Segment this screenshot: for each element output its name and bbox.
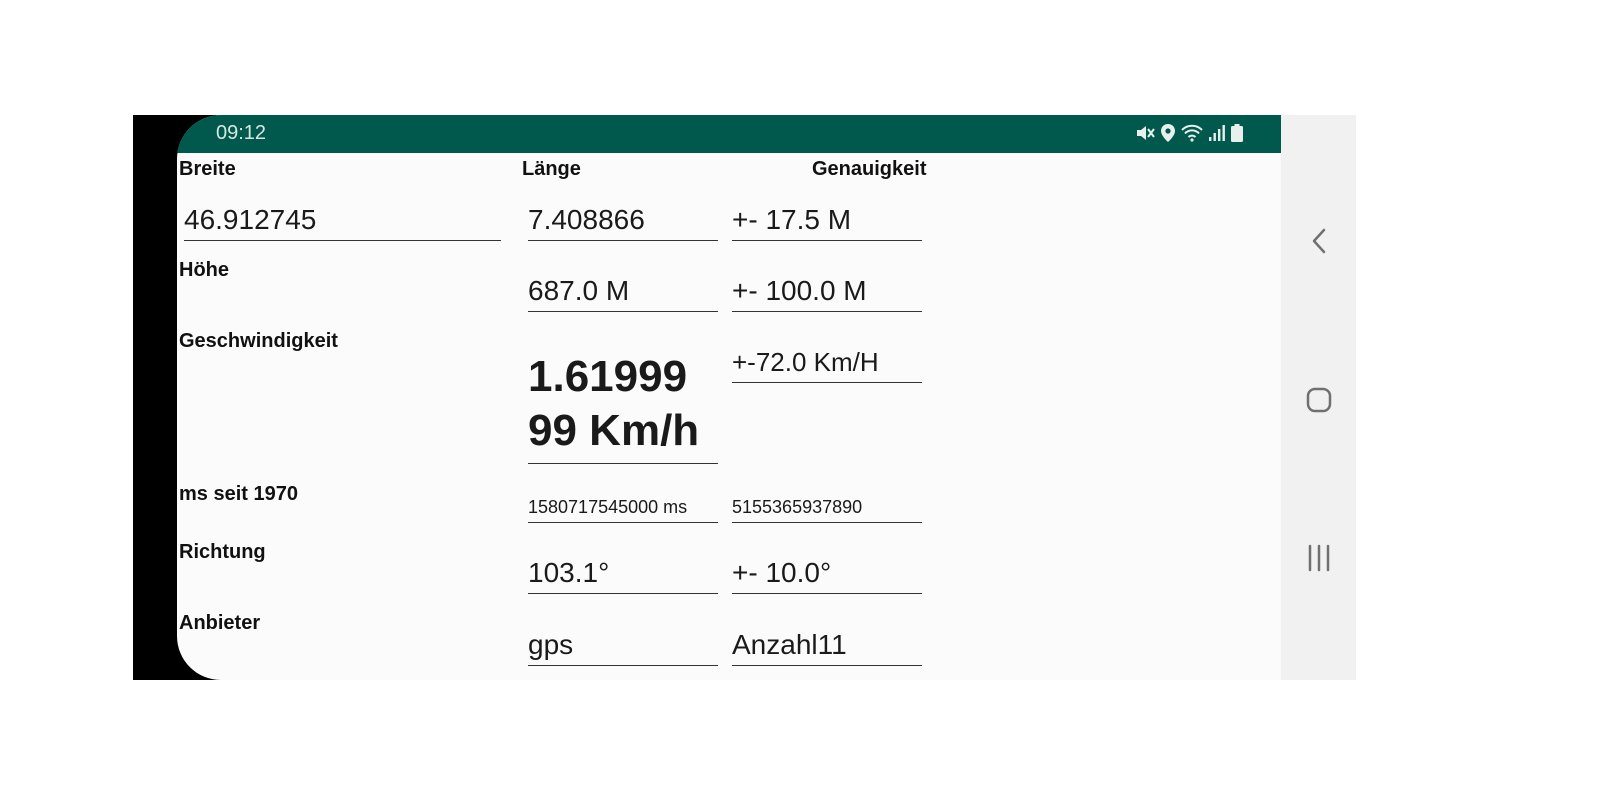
back-icon bbox=[1312, 228, 1325, 254]
signal-icon bbox=[1209, 125, 1225, 141]
navigation-bar bbox=[1281, 115, 1356, 680]
recents-button[interactable] bbox=[1281, 528, 1356, 588]
speed-value-line2: 99 Km/h bbox=[528, 406, 700, 455]
phone-frame: 09:12 Breite Länge Genauigkeit 46.912745… bbox=[133, 115, 1356, 680]
location-icon bbox=[1161, 124, 1175, 142]
app-screen: 09:12 Breite Länge Genauigkeit 46.912745… bbox=[177, 115, 1281, 680]
status-icons bbox=[1135, 124, 1243, 142]
time-extra-field[interactable]: 5155365937890 bbox=[732, 485, 922, 523]
provider-field[interactable]: gps bbox=[528, 622, 718, 666]
longitude-field[interactable]: 7.408866 bbox=[528, 197, 718, 241]
provider-label: Anbieter bbox=[179, 612, 261, 634]
altitude-label: Höhe bbox=[179, 259, 229, 281]
battery-icon bbox=[1231, 124, 1243, 142]
header-genauigkeit: Genauigkeit bbox=[812, 158, 927, 180]
home-icon bbox=[1306, 387, 1331, 413]
header-laenge: Länge bbox=[522, 158, 581, 180]
home-button[interactable] bbox=[1281, 370, 1356, 430]
direction-accuracy-field[interactable]: +- 10.0° bbox=[732, 550, 922, 594]
header-breite: Breite bbox=[179, 158, 236, 180]
recents-icon bbox=[1308, 544, 1329, 572]
direction-field[interactable]: 103.1° bbox=[528, 550, 718, 594]
time-field[interactable]: 1580717545000 ms bbox=[528, 485, 718, 523]
altitude-accuracy-field[interactable]: +- 100.0 M bbox=[732, 268, 922, 312]
speed-accuracy-field[interactable]: +-72.0 Km/H bbox=[732, 340, 922, 383]
speed-label: Geschwindigkeit bbox=[179, 330, 338, 352]
satellites-field[interactable]: Anzahl11 bbox=[732, 622, 922, 666]
status-bar: 09:12 bbox=[177, 115, 1281, 153]
mute-icon bbox=[1137, 126, 1155, 140]
status-time: 09:12 bbox=[216, 122, 267, 144]
altitude-field[interactable]: 687.0 M bbox=[528, 268, 718, 312]
position-accuracy-field[interactable]: +- 17.5 M bbox=[732, 197, 922, 241]
direction-label: Richtung bbox=[179, 541, 266, 563]
wifi-icon bbox=[1181, 124, 1203, 142]
latitude-field[interactable]: 46.912745 bbox=[184, 197, 501, 241]
time-label: ms seit 1970 bbox=[179, 483, 298, 505]
speed-field[interactable]: 1.61999 99 Km/h bbox=[528, 340, 718, 464]
back-button[interactable] bbox=[1281, 211, 1356, 271]
speed-value-line1: 1.61999 bbox=[528, 352, 688, 401]
